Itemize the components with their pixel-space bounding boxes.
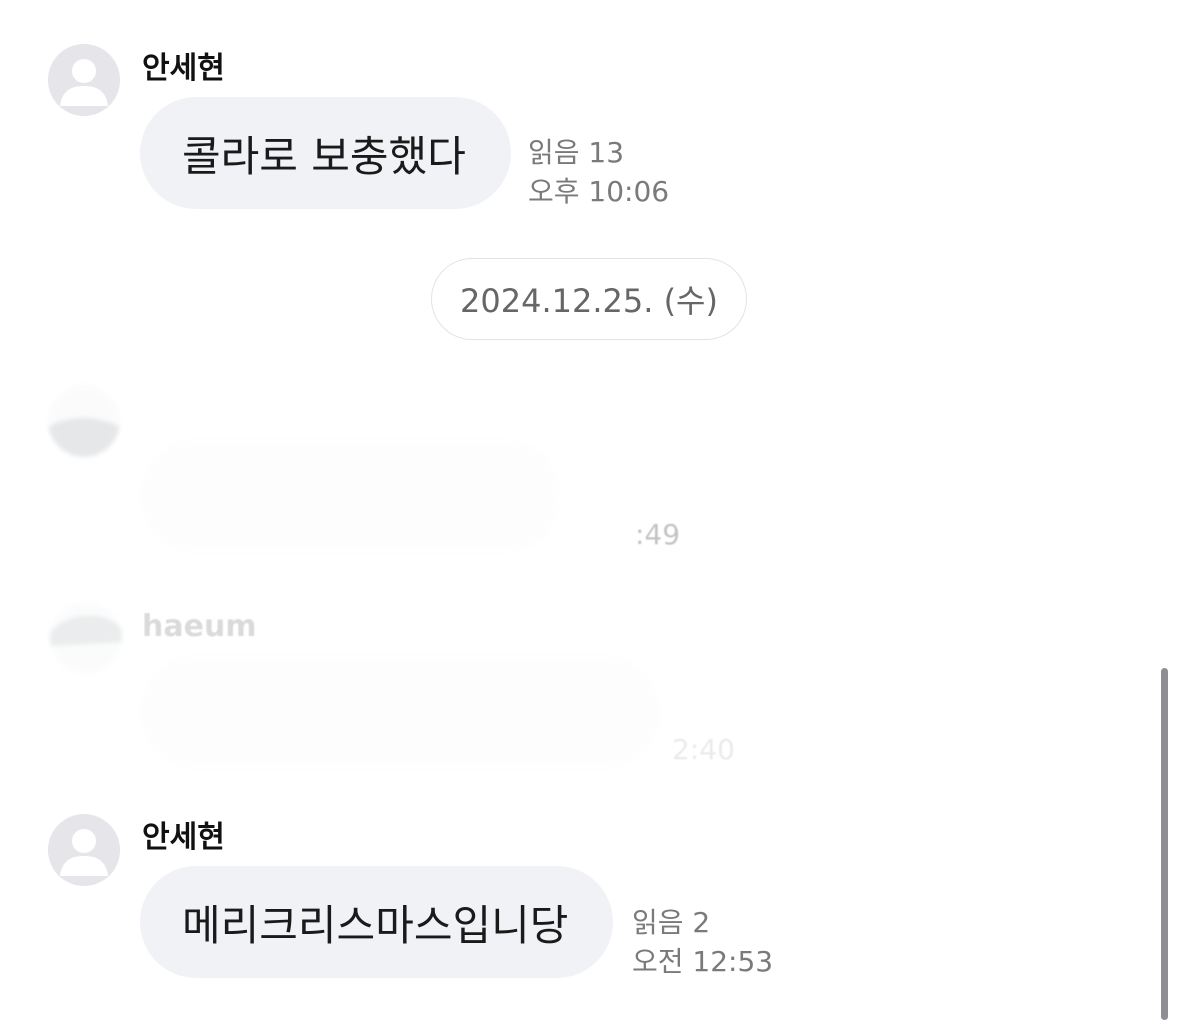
avatar-default-person-icon[interactable] — [48, 814, 120, 886]
message-bubble[interactable]: 콜라로 보충했다 — [140, 97, 511, 209]
photo-avatar-image — [48, 385, 120, 457]
sender-name: 안세현 — [142, 820, 225, 855]
default-person-icon — [48, 44, 120, 116]
photo-avatar-icon[interactable] — [50, 602, 122, 674]
read-count: 읽음 13 — [528, 136, 625, 169]
avatar-default-person-icon[interactable] — [48, 44, 120, 116]
obscured-message-bubble[interactable] — [140, 656, 660, 768]
default-person-icon — [48, 814, 120, 886]
message-time: 오후 10:06 — [528, 175, 670, 208]
message-bubble[interactable]: 메리크리스마스입니당 — [140, 866, 613, 978]
obscured-message-time: :49 — [635, 518, 681, 551]
scrollbar[interactable] — [1161, 668, 1168, 1020]
photo-avatar-image — [50, 602, 122, 674]
obscured-message-time: 2:40 — [672, 733, 735, 766]
photo-avatar-icon[interactable] — [48, 385, 120, 457]
obscured-sender-name: haeum — [142, 609, 257, 644]
sender-name: 안세현 — [142, 51, 225, 86]
message-time: 오전 12:53 — [632, 945, 774, 978]
date-separator: 2024.12.25. (수) — [431, 258, 747, 340]
obscured-message-bubble[interactable] — [140, 440, 560, 552]
read-count: 읽음 2 — [632, 906, 711, 939]
